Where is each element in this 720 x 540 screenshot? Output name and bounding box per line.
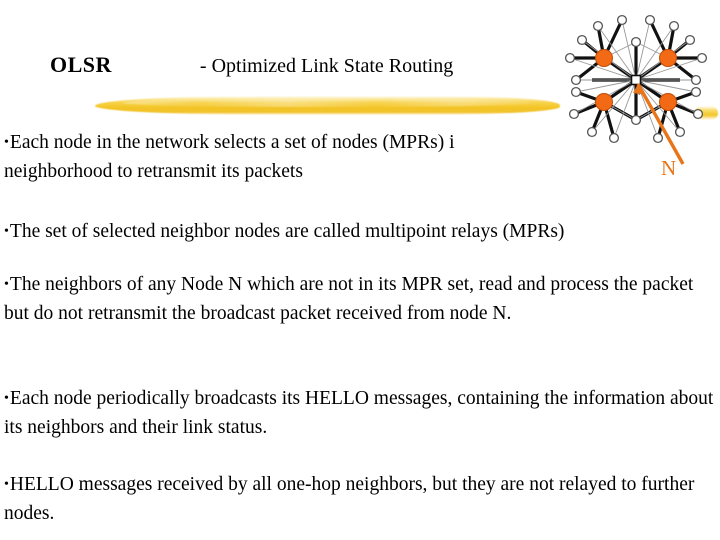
bullet-4-text: Each node periodically broadcasts its HE… (4, 388, 714, 438)
bullet-5-text: HELLO messages received by all one-hop n… (4, 474, 695, 524)
bullet-2-text: The set of selected neighbor nodes are c… (9, 221, 565, 242)
bullet-item-4: •Each node periodically broadcasts its H… (4, 384, 718, 442)
bullet-marker: • (4, 224, 9, 239)
bullet-3-text: The neighbors of any Node N which are no… (4, 274, 694, 324)
bullet-item-5: •HELLO messages received by all one-hop … (4, 470, 710, 528)
bullet-1-line-1: Each node in the network selects a set o… (9, 132, 455, 153)
title-expansion: - Optimized Link State Routing (199, 55, 454, 77)
center-node (630, 74, 642, 86)
bullet-marker: • (4, 391, 9, 406)
title-acronym: OLSR (50, 52, 112, 77)
arrow-label-n: N (661, 156, 677, 180)
bullet-1-line-2: neighborhood to retransmit its packets (4, 161, 303, 182)
bullet-marker: • (4, 477, 9, 492)
mpr-network-diagram: N N (552, 0, 720, 196)
title-highlight-stroke (95, 96, 560, 115)
bullet-marker: • (4, 277, 9, 292)
bullet-marker: • (4, 135, 9, 150)
slide-canvas: OLSR - Optimized Link State Routing •Each… (0, 0, 720, 540)
bullet-item-1: •Each node in the network selects a set … (4, 128, 564, 186)
bullet-item-3: •The neighbors of any Node N which are n… (4, 270, 704, 328)
bullet-item-2: •The set of selected neighbor nodes are … (4, 217, 720, 246)
